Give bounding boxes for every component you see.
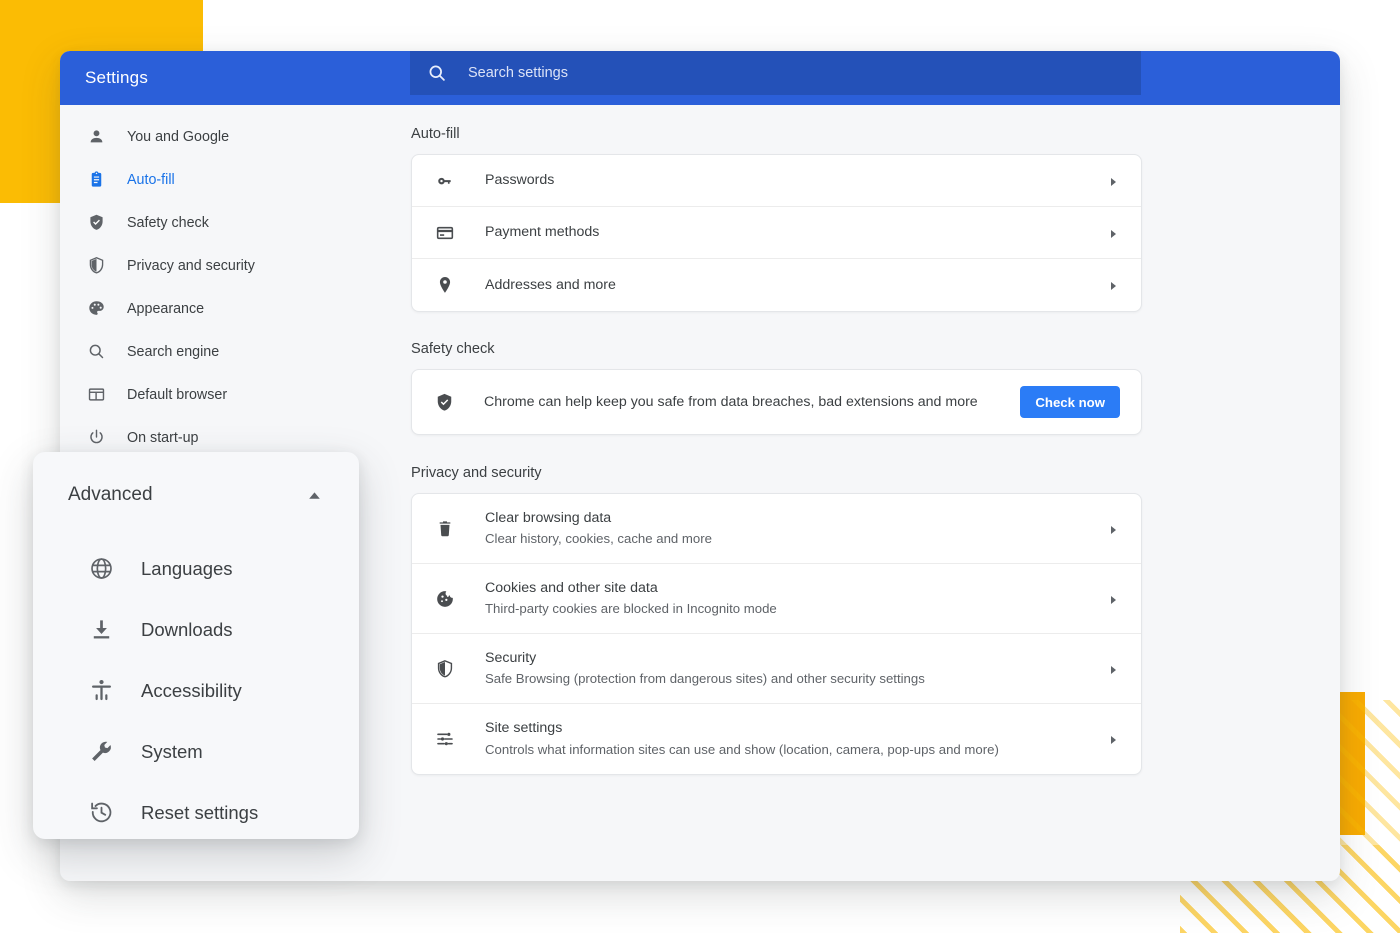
- cookie-icon: [434, 588, 456, 610]
- browser-window-icon: [86, 385, 106, 405]
- location-pin-icon: [434, 274, 456, 296]
- section-heading-privacy-and-security: Privacy and security: [411, 465, 542, 481]
- accessibility-icon: [89, 678, 114, 703]
- sidebar-item-search-engine[interactable]: Search engine: [60, 330, 411, 373]
- row-text-group: Cookies and other site data Third-party …: [485, 578, 1107, 619]
- row-cookies-and-other-site-data[interactable]: Cookies and other site data Third-party …: [412, 564, 1141, 634]
- section-heading-autofill: Auto-fill: [411, 126, 460, 142]
- title-bar: Settings Search settings: [60, 51, 1340, 105]
- check-now-button[interactable]: Check now: [1020, 386, 1120, 418]
- sidebar-item-label: Default browser: [127, 386, 228, 403]
- row-clear-browsing-data[interactable]: Clear browsing data Clear history, cooki…: [412, 494, 1141, 564]
- row-title: Site settings: [485, 720, 563, 737]
- row-text-group: Security Safe Browsing (protection from …: [485, 648, 1107, 689]
- row-text-group: Clear browsing data Clear history, cooki…: [485, 508, 1107, 549]
- safety-check-message: Chrome can help keep you safe from data …: [484, 394, 978, 410]
- sidebar-item-label: Search engine: [127, 343, 220, 360]
- search-placeholder: Search settings: [468, 65, 568, 81]
- chevron-right-icon: [1107, 279, 1119, 291]
- advanced-panel: Advanced Languages Downloads Accessibili…: [33, 452, 359, 839]
- sidebar-item-appearance[interactable]: Appearance: [60, 287, 411, 330]
- search-icon: [86, 342, 106, 362]
- privacy-card: Clear browsing data Clear history, cooki…: [411, 493, 1142, 775]
- shield-check-icon: [86, 213, 106, 233]
- advanced-item-label: System: [141, 740, 203, 762]
- sidebar-item-safety-check[interactable]: Safety check: [60, 201, 411, 244]
- clipboard-icon: [86, 170, 106, 190]
- caret-up-icon[interactable]: [306, 487, 323, 504]
- row-title: Clear browsing data: [485, 509, 612, 526]
- row-title: Security: [485, 649, 537, 666]
- advanced-item-downloads[interactable]: Downloads: [33, 599, 359, 660]
- sidebar-item-label: Auto-fill: [127, 171, 175, 188]
- row-addresses-and-more[interactable]: Addresses and more: [412, 259, 1141, 311]
- palette-icon: [86, 299, 106, 319]
- sliders-icon: [434, 728, 456, 750]
- row-text-group: Addresses and more: [485, 275, 1107, 296]
- advanced-item-system[interactable]: System: [33, 721, 359, 782]
- history-restore-icon: [89, 800, 114, 825]
- chevron-right-icon: [1107, 733, 1119, 745]
- row-subtitle: Third-party cookies are blocked in Incog…: [485, 601, 777, 617]
- chevron-right-icon: [1107, 523, 1119, 535]
- shield-half-icon: [86, 256, 106, 276]
- power-icon: [86, 428, 106, 448]
- row-text-group: Payment methods: [485, 222, 1107, 243]
- row-subtitle: Controls what information sites can use …: [485, 741, 999, 757]
- chevron-right-icon: [1107, 593, 1119, 605]
- wrench-icon: [89, 739, 114, 764]
- page-title: Settings: [85, 68, 149, 87]
- row-text-group: Site settings Controls what information …: [485, 718, 1107, 759]
- row-text-group: Passwords: [485, 170, 1107, 191]
- row-title: Passwords: [485, 172, 555, 189]
- trash-icon: [434, 518, 456, 540]
- row-subtitle: Clear history, cookies, cache and more: [485, 531, 712, 547]
- advanced-item-languages[interactable]: Languages: [33, 538, 359, 599]
- row-subtitle: Safe Browsing (protection from dangerous…: [485, 671, 925, 687]
- main-content: Auto-fill Passwords Payment methods Addr…: [411, 105, 1340, 881]
- section-heading-safety-check: Safety check: [411, 341, 495, 357]
- search-icon: [427, 63, 447, 83]
- advanced-item-label: Languages: [141, 557, 233, 579]
- safety-check-card: Chrome can help keep you safe from data …: [411, 369, 1142, 435]
- page-root: Settings Search settings You and Google …: [0, 0, 1400, 933]
- autofill-card: Passwords Payment methods Addresses and …: [411, 154, 1142, 312]
- advanced-item-reset-settings[interactable]: Reset settings: [33, 782, 359, 843]
- search-input[interactable]: Search settings: [410, 51, 1141, 95]
- download-icon: [89, 617, 114, 642]
- advanced-item-label: Downloads: [141, 618, 233, 640]
- advanced-panel-header[interactable]: Advanced: [33, 452, 359, 538]
- sidebar-item-label: On start-up: [127, 429, 199, 446]
- credit-card-icon: [434, 222, 456, 244]
- chevron-right-icon: [1107, 227, 1119, 239]
- sidebar-item-label: Privacy and security: [127, 257, 255, 274]
- chevron-right-icon: [1107, 663, 1119, 675]
- sidebar-item-privacy-and-security[interactable]: Privacy and security: [60, 244, 411, 287]
- row-security[interactable]: Security Safe Browsing (protection from …: [412, 634, 1141, 704]
- chevron-right-icon: [1107, 175, 1119, 187]
- row-title: Addresses and more: [485, 276, 616, 293]
- shield-half-icon: [434, 658, 456, 680]
- globe-icon: [89, 556, 114, 581]
- row-title: Payment methods: [485, 224, 600, 241]
- row-title: Cookies and other site data: [485, 579, 658, 596]
- row-site-settings[interactable]: Site settings Controls what information …: [412, 704, 1141, 774]
- advanced-item-label: Accessibility: [141, 679, 242, 701]
- shield-check-icon: [433, 391, 455, 413]
- sidebar-item-auto-fill[interactable]: Auto-fill: [60, 158, 411, 201]
- sidebar-item-label: Safety check: [127, 214, 209, 231]
- row-payment-methods[interactable]: Payment methods: [412, 207, 1141, 259]
- sidebar-item-default-browser[interactable]: Default browser: [60, 373, 411, 416]
- advanced-panel-title: Advanced: [68, 484, 153, 505]
- row-passwords[interactable]: Passwords: [412, 155, 1141, 207]
- sidebar-item-you-and-google[interactable]: You and Google: [60, 115, 411, 158]
- advanced-item-label: Reset settings: [141, 801, 259, 823]
- sidebar-item-label: Appearance: [127, 300, 205, 317]
- advanced-item-accessibility[interactable]: Accessibility: [33, 660, 359, 721]
- sidebar-item-label: You and Google: [127, 128, 230, 145]
- key-icon: [434, 170, 456, 192]
- person-icon: [86, 127, 106, 147]
